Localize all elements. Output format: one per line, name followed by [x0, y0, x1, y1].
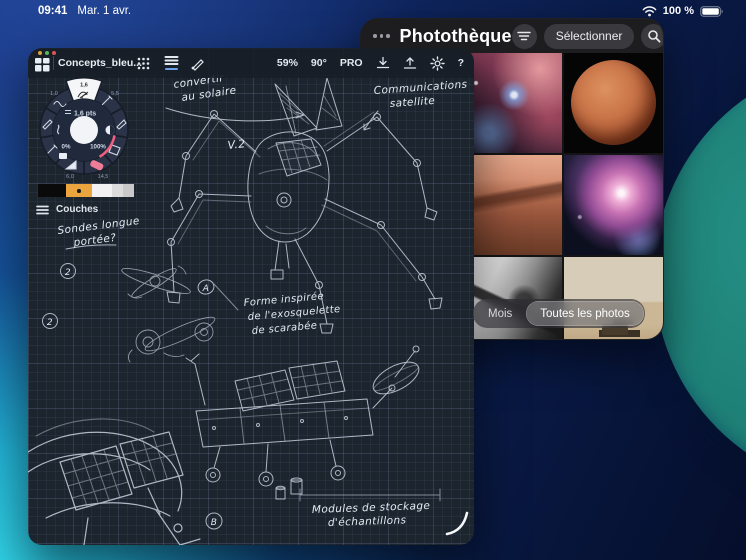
swatch-gray[interactable]	[123, 184, 134, 197]
window-dots[interactable]	[38, 51, 56, 55]
export-icon[interactable]	[403, 56, 417, 70]
photo-desert-mountains[interactable]	[462, 155, 561, 255]
battery-icon	[700, 6, 724, 17]
import-icon[interactable]	[376, 56, 390, 70]
photo-orion-nebula[interactable]	[564, 155, 663, 255]
tool-slot-active-pencil[interactable]	[66, 78, 102, 101]
swatch-gray-light[interactable]	[112, 184, 123, 197]
photo-horsehead-nebula[interactable]	[462, 53, 561, 153]
leader-beetle	[214, 284, 238, 310]
search-button[interactable]	[641, 24, 664, 49]
select-button[interactable]: Sélectionner	[544, 24, 635, 49]
toolbar-separator	[53, 56, 54, 70]
tool-wheel[interactable]: 1,6 1,0 5,5 14,5 6,0 1,6 pts 0% 100	[28, 74, 140, 186]
swatch-orange-selected[interactable]	[66, 184, 92, 197]
sketch-part-studies	[120, 264, 218, 362]
wifi-icon	[642, 6, 657, 17]
search-icon	[647, 29, 661, 43]
note-beetle-3: de scarabée	[251, 319, 318, 337]
zoom-level[interactable]: 59%	[277, 57, 298, 69]
grid-menu-button[interactable]	[132, 54, 154, 72]
page-curl[interactable]	[443, 510, 471, 538]
sketch-closeup-body	[28, 419, 200, 545]
status-bar-right: 100 %	[642, 5, 724, 17]
layers-lines-button[interactable]	[160, 54, 182, 72]
timeline-segmented-control: Mois Toutes les photos	[473, 299, 645, 328]
rotation-value[interactable]: 90°	[311, 57, 327, 69]
segment-toutes-les-photos[interactable]: Toutes les photos	[526, 301, 644, 326]
mark-2b: 2	[47, 318, 53, 328]
swatch-white[interactable]	[92, 184, 112, 197]
concepts-window: convertir au solaire Communications sate…	[28, 48, 474, 545]
layers-lines-icon	[36, 205, 49, 215]
size-label-eraser: 14,5	[98, 174, 109, 180]
mark-B: B	[211, 518, 218, 528]
gallery-icon[interactable]	[35, 58, 50, 72]
size-label-wave: 1,0	[50, 91, 58, 97]
filter-button[interactable]	[512, 24, 537, 49]
segment-mois[interactable]: Mois	[474, 301, 526, 326]
photos-title: Photothèque	[400, 26, 512, 47]
mark-A: A	[202, 284, 210, 294]
pro-badge[interactable]: PRO	[340, 57, 363, 69]
fill-style-icon	[59, 153, 67, 159]
settings-gear-icon[interactable]	[430, 56, 445, 71]
note-comms-2: satellite	[389, 95, 435, 110]
size-label-fill: 6,0	[66, 174, 74, 180]
help-button[interactable]: ?	[458, 57, 464, 69]
status-date: Mar. 1 avr.	[77, 5, 131, 17]
filter-lines-icon	[517, 30, 531, 42]
sketch-dish-rover	[186, 346, 440, 501]
note-version: V.2	[227, 137, 246, 152]
layers-button[interactable]: Couches	[36, 204, 98, 215]
wheel-center-button[interactable]	[70, 116, 98, 144]
note-storage-1: Modules de stockage	[312, 500, 431, 516]
mark-2a: 2	[65, 268, 71, 278]
swatch-black[interactable]	[38, 184, 66, 197]
document-title[interactable]: Concepts_bleu...	[58, 57, 142, 69]
size-label-airbrush: 5,5	[111, 91, 119, 97]
note-storage-2: d'échantillons	[328, 514, 407, 529]
active-tool-size: 1,6	[80, 83, 88, 89]
opacity-min: 0%	[62, 144, 71, 151]
photo-mars-globe[interactable]	[564, 53, 663, 153]
battery-percent: 100 %	[663, 5, 694, 17]
window-more-icon[interactable]	[373, 34, 390, 38]
note-comms-1: Communications	[373, 78, 468, 97]
status-time: 09:41	[38, 5, 67, 17]
status-bar-left: 09:41 Mar. 1 avr.	[38, 5, 131, 17]
arrow-solar	[166, 108, 304, 121]
vector-pen-button[interactable]	[186, 54, 208, 72]
opacity-max: 100%	[90, 144, 106, 151]
color-bar	[38, 184, 134, 197]
layers-label: Couches	[56, 204, 98, 215]
